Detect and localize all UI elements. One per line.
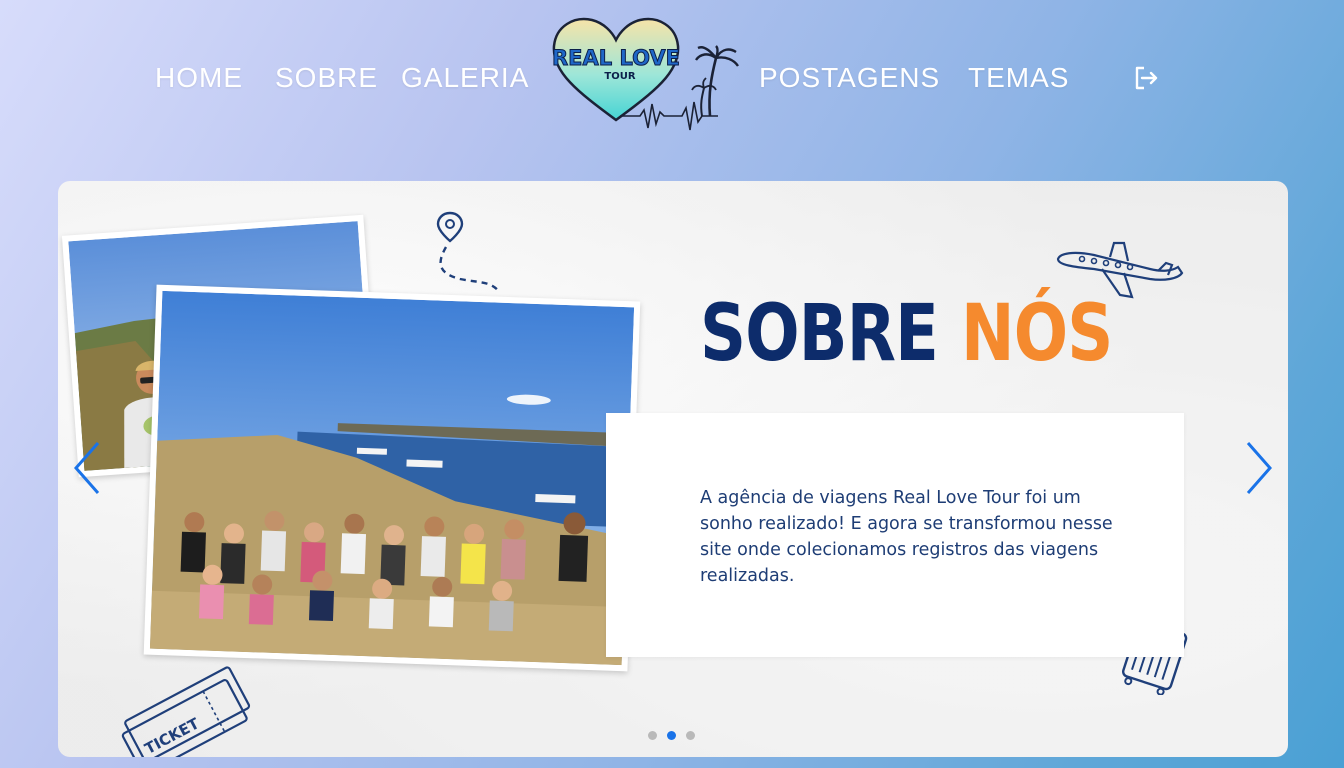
chevron-right-icon (1246, 442, 1272, 494)
ticket-icon: TICKET (121, 666, 251, 757)
carousel-prev-button[interactable] (70, 439, 104, 497)
about-title: SOBRE NÓS (700, 289, 1113, 379)
map-pin-icon (436, 211, 501, 294)
real-love-tour-logo[interactable]: REAL LOVE TOUR (548, 12, 748, 142)
carousel-dot-3[interactable] (686, 731, 695, 740)
carousel-dot-1[interactable] (648, 731, 657, 740)
carousel-indicators (648, 731, 695, 740)
ticket-label: TICKET (142, 714, 203, 757)
nav-sobre-link[interactable]: SOBRE (275, 62, 378, 94)
about-carousel: TICKET SOBRE NÓS A agência de viagens Re… (58, 181, 1288, 757)
carousel-next-button[interactable] (1242, 439, 1276, 497)
nav-postagens-link[interactable]: POSTAGENS (759, 62, 940, 94)
about-text-card: A agência de viagens Real Love Tour foi … (606, 413, 1184, 657)
nav-home-link[interactable]: HOME (155, 62, 243, 94)
nav-temas-link[interactable]: TEMAS (968, 62, 1069, 94)
svg-text:TOUR: TOUR (604, 71, 635, 82)
about-title-part2: NÓS (960, 289, 1113, 379)
svg-text:REAL LOVE: REAL LOVE (552, 46, 680, 70)
group-photo (143, 284, 641, 672)
chevron-left-icon (74, 442, 100, 494)
top-navigation: HOME SOBRE GALERIA REAL LOVE TOUR POSTAG… (0, 0, 1344, 160)
carousel-dot-2[interactable] (667, 731, 676, 740)
about-title-part1: SOBRE (700, 289, 939, 379)
about-description: A agência de viagens Real Love Tour foi … (700, 488, 1113, 586)
nav-galeria-link[interactable]: GALERIA (401, 62, 529, 94)
logout-icon[interactable] (1132, 64, 1160, 92)
